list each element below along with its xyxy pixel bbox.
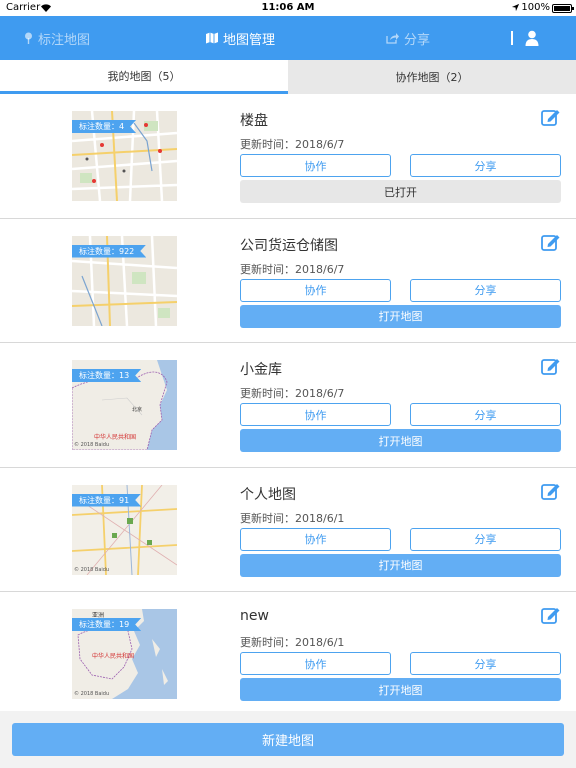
edit-icon[interactable]: [541, 482, 561, 500]
map-pin-icon: [25, 32, 32, 44]
user-icon[interactable]: [525, 30, 539, 46]
share-button[interactable]: 分享: [410, 652, 561, 675]
nav-share-label: 分享: [404, 32, 431, 48]
share-icon: [386, 33, 399, 44]
map-name: 小金库: [240, 362, 282, 378]
nav-mark-map-label: 标注地图: [38, 32, 91, 48]
tab-bar: 我的地图（5） 协作地图（2）: [0, 60, 576, 94]
nav-divider: [511, 31, 513, 45]
share-button[interactable]: 分享: [410, 403, 561, 426]
status-bar: Carrier 11:06 AM 100%: [0, 0, 576, 16]
edit-icon[interactable]: [541, 357, 561, 375]
nav-map-management-label: 地图管理: [223, 32, 276, 48]
map-copyright: © 2018 Baidu: [74, 442, 110, 448]
collab-button[interactable]: 协作: [240, 403, 391, 426]
battery-percent: 100%: [521, 2, 550, 13]
map-name: 楼盘: [240, 113, 268, 129]
map-name: 公司货运仓储图: [240, 237, 338, 254]
map-label-asia: 亚洲: [92, 612, 105, 619]
collab-button[interactable]: 协作: [240, 527, 391, 551]
marker-count-badge: 标注数量：4: [72, 120, 136, 133]
share-button[interactable]: 分享: [410, 527, 561, 551]
map-label-country: 中华人民共和国: [92, 653, 135, 660]
map-list[interactable]: 标注数量：4 楼盘 更新时间：2018/6/7 协作 分享 已打开 标注数量：9…: [0, 94, 576, 711]
map-thumbnail[interactable]: 标注数量：91 © 2018 Baidu: [72, 484, 177, 575]
nav-share[interactable]: 分享: [386, 16, 430, 60]
map-card: 标注数量：4 楼盘 更新时间：2018/6/7 协作 分享 已打开: [0, 94, 576, 219]
map-card: 标注数量：91 © 2018 Baidu 个人地图 更新时间：2018/6/1 …: [0, 467, 576, 592]
nav-map-management[interactable]: 地图管理: [206, 16, 275, 60]
map-thumbnail[interactable]: 标注数量：922: [72, 235, 177, 326]
share-button[interactable]: 分享: [410, 154, 561, 177]
edit-icon[interactable]: [541, 233, 561, 251]
update-time: 更新时间：2018/6/1: [240, 636, 345, 649]
navbar: 标注地图 地图管理 分享: [0, 16, 576, 60]
marker-count-badge: 标注数量：13: [72, 369, 141, 382]
new-map-button[interactable]: 新建地图: [12, 723, 564, 756]
map-copyright: © 2018 Baidu: [74, 566, 110, 573]
nav-mark-map[interactable]: 标注地图: [24, 16, 90, 60]
tab-my-maps[interactable]: 我的地图（5）: [0, 60, 288, 94]
map-name: new: [240, 608, 269, 624]
marker-count-badge: 标注数量：922: [72, 245, 146, 258]
map-label-country: 中华人民共和国: [94, 434, 137, 441]
update-time: 更新时间：2018/6/7: [240, 138, 345, 151]
open-map-button[interactable]: 打开地图: [240, 429, 561, 452]
open-map-button[interactable]: 打开地图: [240, 553, 561, 577]
update-time: 更新时间：2018/6/1: [240, 511, 345, 525]
tab-collab-maps[interactable]: 协作地图（2）: [288, 60, 576, 94]
marker-count-badge: 标注数量：91: [72, 494, 141, 507]
map-card: 标注数量：922 公司货运仓储图 更新时间：2018/6/7 协作 分享 打开地…: [0, 218, 576, 343]
clock: 11:06 AM: [261, 2, 315, 13]
update-time: 更新时间：2018/6/7: [240, 262, 345, 276]
open-map-button[interactable]: 打开地图: [240, 678, 561, 701]
edit-icon[interactable]: [541, 606, 561, 624]
footer: 新建地图: [0, 711, 576, 768]
map-card: 标注数量：13 北京 中华人民共和国 © 2018 Baidu 小金库 更新时间…: [0, 343, 576, 468]
map-icon: [206, 32, 218, 44]
map-name: 个人地图: [240, 486, 296, 503]
open-map-button[interactable]: 打开地图: [240, 304, 561, 328]
map-thumbnail[interactable]: 亚洲 标注数量：19 中华人民共和国 © 2018 Baidu: [72, 609, 177, 699]
collab-button[interactable]: 协作: [240, 278, 391, 302]
share-button[interactable]: 分享: [410, 278, 561, 302]
map-thumbnail[interactable]: 标注数量：13 北京 中华人民共和国 © 2018 Baidu: [72, 360, 177, 450]
open-map-button[interactable]: 已打开: [240, 180, 561, 203]
map-card: 亚洲 标注数量：19 中华人民共和国 © 2018 Baidu new 更新时间…: [0, 592, 576, 711]
map-thumbnail[interactable]: 标注数量：4: [72, 111, 177, 201]
map-copyright: © 2018 Baidu: [74, 691, 110, 697]
battery-icon: [552, 4, 574, 13]
edit-icon[interactable]: [541, 108, 561, 126]
map-label-beijing: 北京: [132, 407, 143, 413]
location-arrow-icon: [511, 3, 520, 12]
update-time: 更新时间：2018/6/7: [240, 387, 345, 400]
collab-button[interactable]: 协作: [240, 154, 391, 177]
collab-button[interactable]: 协作: [240, 652, 391, 675]
marker-count-badge: 标注数量：19: [72, 618, 141, 631]
